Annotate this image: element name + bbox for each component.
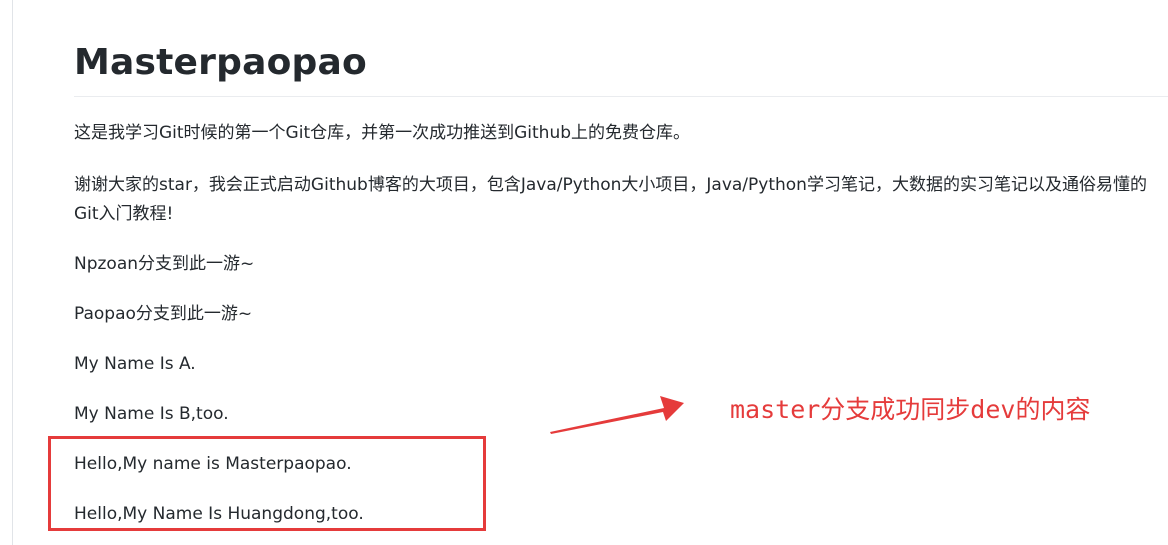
readme-paragraph-3: Npzoan分支到此一游~	[74, 254, 255, 274]
annotation-text: master分支成功同步dev的内容	[730, 395, 1091, 424]
readme-paragraph-5: My Name Is A.	[74, 354, 196, 374]
arrow-shape	[550, 396, 684, 434]
left-border-line	[12, 0, 13, 545]
readme-paragraph-4: Paopao分支到此一游~	[74, 304, 253, 324]
readme-paragraph-2: 谢谢大家的star，我会正式启动Github博客的大项目，包含Java/Pyth…	[74, 175, 1147, 224]
title-divider	[74, 96, 1168, 97]
readme-paragraph-1: 这是我学习Git时候的第一个Git仓库，并第一次成功推送到Github上的免费仓…	[74, 123, 691, 143]
readme-paragraph-6: My Name Is B,too.	[74, 404, 229, 424]
highlight-box	[48, 436, 486, 531]
readme-title: Masterpaopao	[74, 42, 367, 83]
